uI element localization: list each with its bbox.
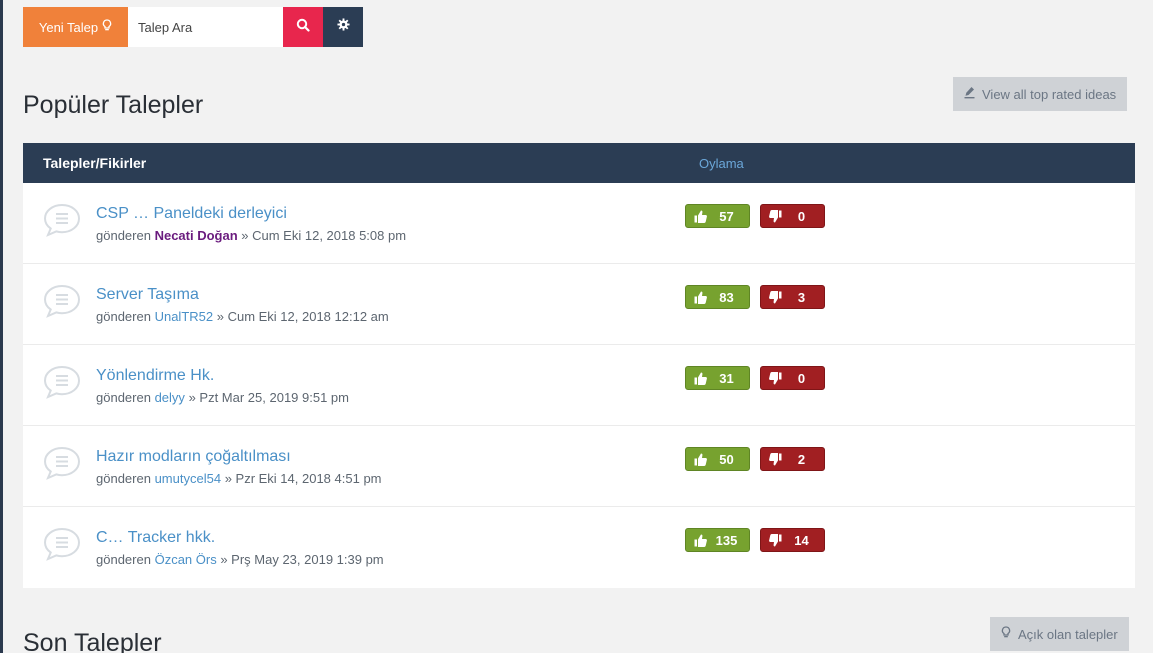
post-date: » Pzr Eki 14, 2018 4:51 pm xyxy=(224,471,382,486)
thumbs-up-icon xyxy=(686,210,708,223)
left-edge-bar xyxy=(0,0,3,653)
idea-title-link[interactable]: Server Taşıma xyxy=(96,286,199,304)
open-requests-button[interactable]: Açık olan talepler xyxy=(990,617,1129,651)
sent-by-label: gönderen xyxy=(96,390,151,405)
vote-up-count: 135 xyxy=(715,532,738,548)
search-input[interactable] xyxy=(128,7,283,47)
topic-bubble-icon xyxy=(43,284,81,318)
vote-up-count: 31 xyxy=(719,370,734,386)
topic-bubble-icon xyxy=(43,365,81,399)
table-header: Talepler/Fikirler Oylama xyxy=(23,143,1135,183)
search-icon xyxy=(296,18,310,37)
table-row: Server Taşıma gönderen UnalTR52 » Cum Eki… xyxy=(23,264,1135,345)
table-row: Hazır modların çoğaltılması gönderen umut… xyxy=(23,426,1135,507)
thumbs-up-icon xyxy=(686,291,708,304)
thumbs-up-icon xyxy=(686,453,708,466)
author-link[interactable]: Necati Doğan xyxy=(155,228,238,243)
table-row: C… Tracker hkk. gönderen Özcan Örs » Prş … xyxy=(23,507,1135,588)
table-row: CSP … Paneldeki derleyici gönderen Necati… xyxy=(23,183,1135,264)
thumbs-down-icon xyxy=(761,533,783,547)
pen-icon xyxy=(964,86,975,102)
vote-down-count: 3 xyxy=(797,289,806,305)
idea-title-link[interactable]: CSP … Paneldeki derleyici xyxy=(96,205,287,223)
vote-up-button[interactable]: 31 xyxy=(685,366,750,390)
vote-up-button[interactable]: 83 xyxy=(685,285,750,309)
post-date: » Prş May 23, 2019 1:39 pm xyxy=(220,552,384,567)
thumbs-down-icon xyxy=(761,290,783,304)
gear-icon xyxy=(336,18,350,36)
open-requests-label: Açık olan talepler xyxy=(1018,626,1118,642)
popular-section-title: Popüler Talepler xyxy=(23,91,204,119)
vote-down-button[interactable]: 0 xyxy=(760,204,825,228)
idea-meta: gönderen umutycel54 » Pzr Eki 14, 2018 4… xyxy=(96,471,382,486)
post-date: » Cum Eki 12, 2018 12:12 am xyxy=(216,309,389,324)
view-top-rated-label: View all top rated ideas xyxy=(982,86,1117,102)
vote-down-button[interactable]: 3 xyxy=(760,285,825,309)
new-request-button[interactable]: Yeni Talep xyxy=(23,7,128,47)
sent-by-label: gönderen xyxy=(96,471,151,486)
sent-by-label: gönderen xyxy=(96,552,151,567)
idea-meta: gönderen Necati Doğan » Cum Eki 12, 2018… xyxy=(96,228,406,243)
sent-by-label: gönderen xyxy=(96,309,151,324)
author-link[interactable]: delyy xyxy=(155,390,185,405)
toolbar: Yeni Talep xyxy=(23,7,363,47)
thumbs-up-icon xyxy=(686,372,708,385)
vote-down-button[interactable]: 2 xyxy=(760,447,825,471)
post-date: » Cum Eki 12, 2018 5:08 pm xyxy=(241,228,407,243)
vote-up-count: 83 xyxy=(719,289,734,305)
vote-down-count: 2 xyxy=(797,451,806,467)
column-vote[interactable]: Oylama xyxy=(699,156,744,171)
topic-bubble-icon xyxy=(43,527,81,561)
settings-button[interactable] xyxy=(323,7,363,47)
idea-meta: gönderen UnalTR52 » Cum Eki 12, 2018 12:… xyxy=(96,309,389,324)
vote-down-count: 14 xyxy=(794,532,809,548)
thumbs-up-icon xyxy=(686,534,708,547)
vote-up-count: 50 xyxy=(719,451,734,467)
popular-ideas-table: Talepler/Fikirler Oylama CSP … Paneldeki… xyxy=(23,143,1135,588)
idea-title-link[interactable]: Hazır modların çoğaltılması xyxy=(96,448,291,466)
recent-section-title: Son Talepler xyxy=(23,629,162,653)
thumbs-down-icon xyxy=(761,371,783,385)
post-date: » Pzt Mar 25, 2019 9:51 pm xyxy=(188,390,349,405)
idea-title-link[interactable]: C… Tracker hkk. xyxy=(96,529,215,547)
thumbs-down-icon xyxy=(761,452,783,466)
column-ideas: Talepler/Fikirler xyxy=(43,155,147,171)
thumbs-down-icon xyxy=(761,209,783,223)
vote-up-count: 57 xyxy=(719,208,734,224)
lightbulb-icon xyxy=(1001,626,1011,642)
vote-up-button[interactable]: 50 xyxy=(685,447,750,471)
idea-meta: gönderen Özcan Örs » Prş May 23, 2019 1:… xyxy=(96,552,384,567)
view-top-rated-button[interactable]: View all top rated ideas xyxy=(953,77,1128,111)
table-row: Yönlendirme Hk. gönderen delyy » Pzt Mar … xyxy=(23,345,1135,426)
idea-title-link[interactable]: Yönlendirme Hk. xyxy=(96,367,214,385)
topic-bubble-icon xyxy=(43,446,81,480)
author-link[interactable]: UnalTR52 xyxy=(155,309,214,324)
topic-bubble-icon xyxy=(43,203,81,237)
vote-down-button[interactable]: 0 xyxy=(760,366,825,390)
vote-up-button[interactable]: 57 xyxy=(685,204,750,228)
search-button[interactable] xyxy=(283,7,323,47)
author-link[interactable]: umutycel54 xyxy=(155,471,221,486)
new-request-label: Yeni Talep xyxy=(38,19,99,35)
idea-meta: gönderen delyy » Pzt Mar 25, 2019 9:51 p… xyxy=(96,390,349,405)
sent-by-label: gönderen xyxy=(96,228,151,243)
vote-down-button[interactable]: 14 xyxy=(760,528,825,552)
vote-down-count: 0 xyxy=(797,370,806,386)
vote-up-button[interactable]: 135 xyxy=(685,528,750,552)
vote-down-count: 0 xyxy=(797,208,806,224)
lightbulb-icon xyxy=(102,19,112,35)
author-link[interactable]: Özcan Örs xyxy=(155,552,217,567)
